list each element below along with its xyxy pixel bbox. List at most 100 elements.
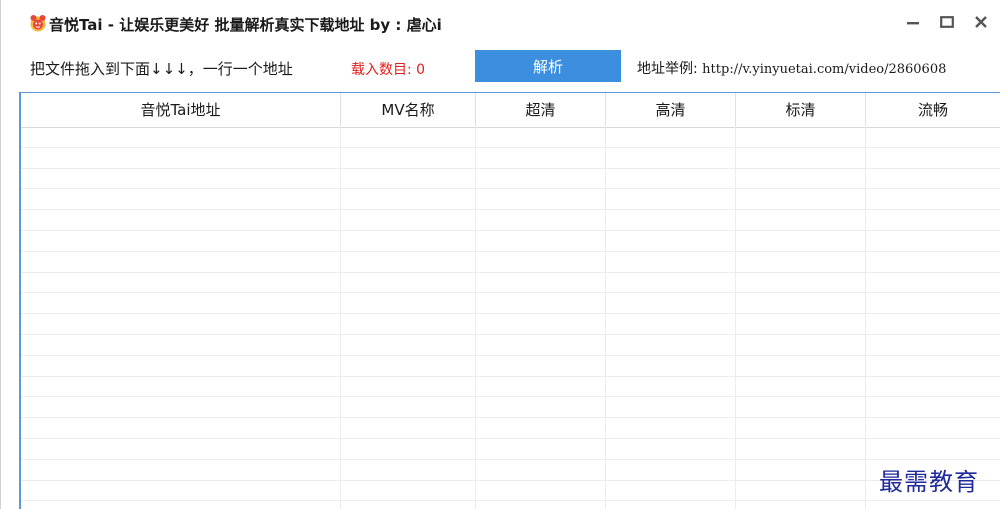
empty-table-cell: [606, 439, 736, 460]
empty-table-cell: [736, 231, 866, 252]
empty-table-cell: [866, 169, 1000, 190]
window-title: 音悦Tai - 让娱乐更美好 批量解析真实下载地址 by : 虐心i: [49, 16, 442, 34]
empty-table-cell: [341, 418, 476, 439]
empty-table-cell: [866, 335, 1000, 356]
empty-table-cell: [606, 376, 736, 398]
empty-table-cell: [736, 251, 866, 273]
empty-table-row: [21, 355, 1000, 377]
maximize-icon: [940, 16, 954, 28]
empty-table-cell: [341, 480, 476, 502]
empty-table-cell: [21, 231, 341, 252]
empty-table-cell: [606, 127, 736, 148]
empty-table-row: [21, 251, 1000, 273]
empty-table-cell: [476, 480, 606, 502]
empty-table-cell: [21, 210, 341, 231]
empty-table-cell: [21, 397, 341, 419]
empty-table-cell: [21, 501, 341, 509]
empty-table-cell: [736, 459, 866, 481]
empty-table-cell: [606, 314, 736, 335]
empty-table-row: [21, 335, 1000, 356]
close-button[interactable]: [965, 8, 997, 36]
empty-table-cell: [21, 439, 341, 460]
empty-table-cell: [341, 439, 476, 460]
empty-table-cell: [606, 480, 736, 502]
empty-table-cell: [341, 459, 476, 481]
empty-table-cell: [476, 189, 606, 211]
empty-table-cell: [341, 501, 476, 509]
empty-table-cell: [736, 418, 866, 439]
empty-table-row: [21, 501, 1000, 509]
empty-table-cell: [736, 293, 866, 315]
empty-table-cell: [21, 355, 341, 377]
empty-table-cell: [476, 293, 606, 315]
empty-table-cell: [341, 168, 476, 190]
example-address: 地址举例: http://v.yinyuetai.com/video/28606…: [637, 58, 946, 78]
minimize-button[interactable]: [897, 8, 929, 36]
empty-table-cell: [21, 147, 341, 169]
empty-table-cell: [866, 356, 1000, 377]
parse-button[interactable]: 解析: [475, 50, 621, 82]
column-header-hd[interactable]: 高清: [606, 93, 736, 127]
empty-table-row: [21, 418, 1000, 439]
empty-table-cell: [476, 355, 606, 377]
empty-table-cell: [476, 439, 606, 460]
empty-table-cell: [736, 355, 866, 377]
app-window: 音悦Tai - 让娱乐更美好 批量解析真实下载地址 by : 虐心i 把文件拖入…: [0, 0, 1000, 509]
empty-table-row: [21, 376, 1000, 398]
empty-table-cell: [736, 480, 866, 502]
empty-table-cell: [866, 189, 1000, 210]
address-list-grid[interactable]: 音悦Tai地址 MV名称 超清 高清 标清 流畅: [19, 92, 1000, 509]
column-header-smooth[interactable]: 流畅: [866, 93, 1000, 127]
empty-table-cell: [476, 459, 606, 481]
app-logo-icon: [30, 15, 46, 32]
column-header-mv-name[interactable]: MV名称: [341, 93, 476, 127]
empty-table-row: [21, 231, 1000, 252]
empty-table-cell: [476, 127, 606, 148]
empty-table-cell: [341, 335, 476, 356]
empty-table-cell: [341, 189, 476, 211]
empty-table-cell: [21, 314, 341, 335]
empty-table-cell: [606, 168, 736, 190]
empty-table-row: [21, 272, 1000, 294]
empty-table-row: [21, 147, 1000, 169]
empty-table-cell: [866, 397, 1000, 418]
empty-table-cell: [606, 293, 736, 315]
empty-table-cell: [21, 335, 341, 356]
empty-table-cell: [606, 272, 736, 294]
empty-table-cell: [736, 501, 866, 509]
empty-table-cell: [341, 293, 476, 315]
column-header-address[interactable]: 音悦Tai地址: [21, 93, 341, 127]
empty-table-cell: [736, 397, 866, 419]
empty-table-cell: [866, 501, 1000, 509]
column-header-ultra-hd[interactable]: 超清: [476, 93, 606, 127]
empty-table-cell: [476, 397, 606, 419]
empty-table-cell: [736, 210, 866, 231]
empty-table-cell: [866, 273, 1000, 294]
empty-table-cell: [866, 231, 1000, 252]
empty-table-cell: [866, 148, 1000, 169]
empty-table-cell: [736, 376, 866, 398]
empty-table-row: [21, 314, 1000, 335]
empty-table-cell: [476, 251, 606, 273]
column-header-sd[interactable]: 标清: [736, 93, 866, 127]
empty-table-row: [21, 480, 1000, 502]
empty-table-cell: [866, 127, 1000, 148]
empty-table-cell: [866, 418, 1000, 439]
empty-table-cell: [606, 251, 736, 273]
empty-table-cell: [21, 376, 341, 398]
empty-table-cell: [606, 210, 736, 231]
empty-table-cell: [476, 314, 606, 335]
empty-table-cell: [476, 376, 606, 398]
empty-table-cell: [736, 335, 866, 356]
empty-table-cell: [736, 439, 866, 460]
empty-table-row: [21, 293, 1000, 315]
empty-table-cell: [341, 355, 476, 377]
empty-table-cell: [21, 168, 341, 190]
empty-table-cell: [21, 293, 341, 315]
maximize-button[interactable]: [931, 8, 963, 36]
empty-table-cell: [21, 480, 341, 502]
empty-table-cell: [866, 210, 1000, 231]
title-bar[interactable]: 音悦Tai - 让娱乐更美好 批量解析真实下载地址 by : 虐心i: [1, 0, 1000, 46]
empty-table-cell: [476, 231, 606, 252]
grid-body[interactable]: [21, 127, 1000, 509]
